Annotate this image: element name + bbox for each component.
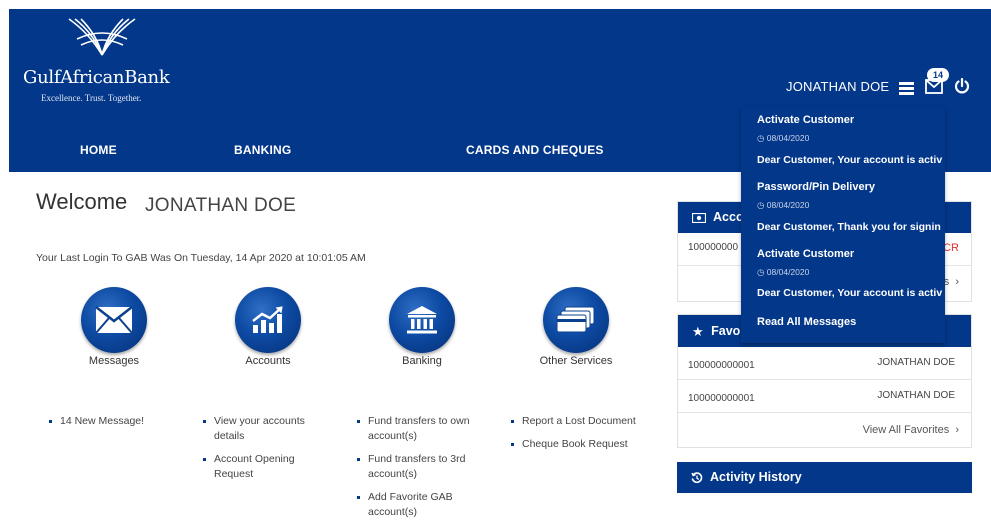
hamburger-menu-icon[interactable] xyxy=(899,82,914,95)
history-icon xyxy=(691,472,703,483)
logo-mark-icon xyxy=(68,18,136,56)
notification-body[interactable]: Dear Customer, Thank you for signin xyxy=(757,221,945,233)
other-services-links: Report a Lost Document Cheque Book Reque… xyxy=(508,414,658,460)
service-accounts[interactable]: Accounts xyxy=(208,287,328,367)
chevron-right-icon: › xyxy=(952,424,959,436)
envelope-icon xyxy=(95,306,133,334)
favorites-view-all[interactable]: View All Favorites › xyxy=(678,413,971,447)
read-all-messages-link[interactable]: Read All Messages xyxy=(757,316,856,328)
account-number: 100000000 xyxy=(688,242,739,253)
notification-title[interactable]: Activate Customer xyxy=(757,248,854,260)
chevron-right-icon: › xyxy=(952,276,959,288)
chart-icon xyxy=(252,306,283,333)
list-item[interactable]: 14 New Message! xyxy=(46,414,186,429)
service-other-services[interactable]: Other Services xyxy=(516,287,636,367)
brand-tagline: Excellence. Trust. Together. xyxy=(41,93,142,103)
favorite-account-name: JONATHAN DOE xyxy=(877,390,955,401)
service-label[interactable]: Accounts xyxy=(208,355,328,367)
notification-date: ◷ 08/04/2020 xyxy=(757,267,810,277)
list-item[interactable]: Add Favorite GAB account(s) xyxy=(354,490,490,520)
messages-circle[interactable] xyxy=(81,287,147,353)
notification-date: ◷ 08/04/2020 xyxy=(757,200,810,210)
notification-title[interactable]: Activate Customer xyxy=(757,114,854,126)
welcome-greeting: Welcome xyxy=(36,189,128,214)
bank-icon xyxy=(407,306,437,334)
list-item[interactable]: Fund transfers to own account(s) xyxy=(354,414,490,444)
clock-icon: ◷ xyxy=(757,267,765,277)
last-login-text: Your Last Login To GAB Was On Tuesday, 1… xyxy=(36,252,366,264)
notifications-dropdown: Activate Customer ◷ 08/04/2020 Dear Cust… xyxy=(741,107,945,343)
nav-home[interactable]: HOME xyxy=(80,143,117,157)
service-label[interactable]: Banking xyxy=(362,355,482,367)
list-item[interactable]: View your accounts details xyxy=(200,414,330,444)
notification-body[interactable]: Dear Customer, Your account is activ xyxy=(757,154,945,166)
activity-history-card: Activity History xyxy=(677,462,972,493)
clock-icon: ◷ xyxy=(757,133,765,143)
notification-body[interactable]: Dear Customer, Your account is activ xyxy=(757,287,945,299)
activity-history-title: Activity History xyxy=(710,470,802,484)
cards-icon xyxy=(556,306,595,333)
list-item[interactable]: Report a Lost Document xyxy=(508,414,658,429)
service-banking[interactable]: Banking xyxy=(362,287,482,367)
service-messages[interactable]: Messages xyxy=(54,287,174,367)
banking-links: Fund transfers to own account(s) Fund tr… xyxy=(354,414,490,522)
messages-links: 14 New Message! xyxy=(46,414,186,437)
nav-cards-and-cheques[interactable]: CARDS AND CHEQUES xyxy=(466,143,604,157)
favorite-account-name: JONATHAN DOE xyxy=(877,357,955,368)
activity-history-header[interactable]: Activity History xyxy=(677,462,972,493)
brand-name: GulfAfricanBank xyxy=(23,67,170,88)
list-item[interactable]: Account Opening Request xyxy=(200,452,330,482)
accounts-circle[interactable] xyxy=(235,287,301,353)
service-label[interactable]: Other Services xyxy=(516,355,636,367)
list-item[interactable]: Fund transfers to 3rd account(s) xyxy=(354,452,490,482)
header-user-name[interactable]: JONATHAN DOE xyxy=(786,79,889,94)
clock-icon: ◷ xyxy=(757,200,765,210)
nav-banking[interactable]: BANKING xyxy=(234,143,291,157)
list-item[interactable]: Cheque Book Request xyxy=(508,437,658,452)
bank-logo[interactable]: GulfAfricanBank Excellence. Trust. Toget… xyxy=(23,15,183,105)
notification-date: ◷ 08/04/2020 xyxy=(757,133,810,143)
welcome-user-name: JONATHAN DOE xyxy=(145,195,297,216)
accounts-links: View your accounts details Account Openi… xyxy=(200,414,330,490)
power-icon[interactable] xyxy=(954,78,970,94)
favorite-account-number: 100000000001 xyxy=(688,393,755,404)
notification-title[interactable]: Password/Pin Delivery xyxy=(757,181,875,193)
money-icon xyxy=(692,212,706,223)
favorite-account-number: 100000000001 xyxy=(688,360,755,371)
table-row[interactable]: 100000000001 JONATHAN DOE xyxy=(678,347,971,380)
service-label[interactable]: Messages xyxy=(54,355,174,367)
other-services-circle[interactable] xyxy=(543,287,609,353)
favorites-view-all-label: View All Favorites xyxy=(862,424,950,436)
account-balance-suffix: CR xyxy=(943,242,959,254)
star-icon: ★ xyxy=(692,323,704,339)
banking-circle[interactable] xyxy=(389,287,455,353)
notification-badge: 14 xyxy=(927,68,949,82)
table-row[interactable]: 100000000001 JONATHAN DOE xyxy=(678,380,971,413)
